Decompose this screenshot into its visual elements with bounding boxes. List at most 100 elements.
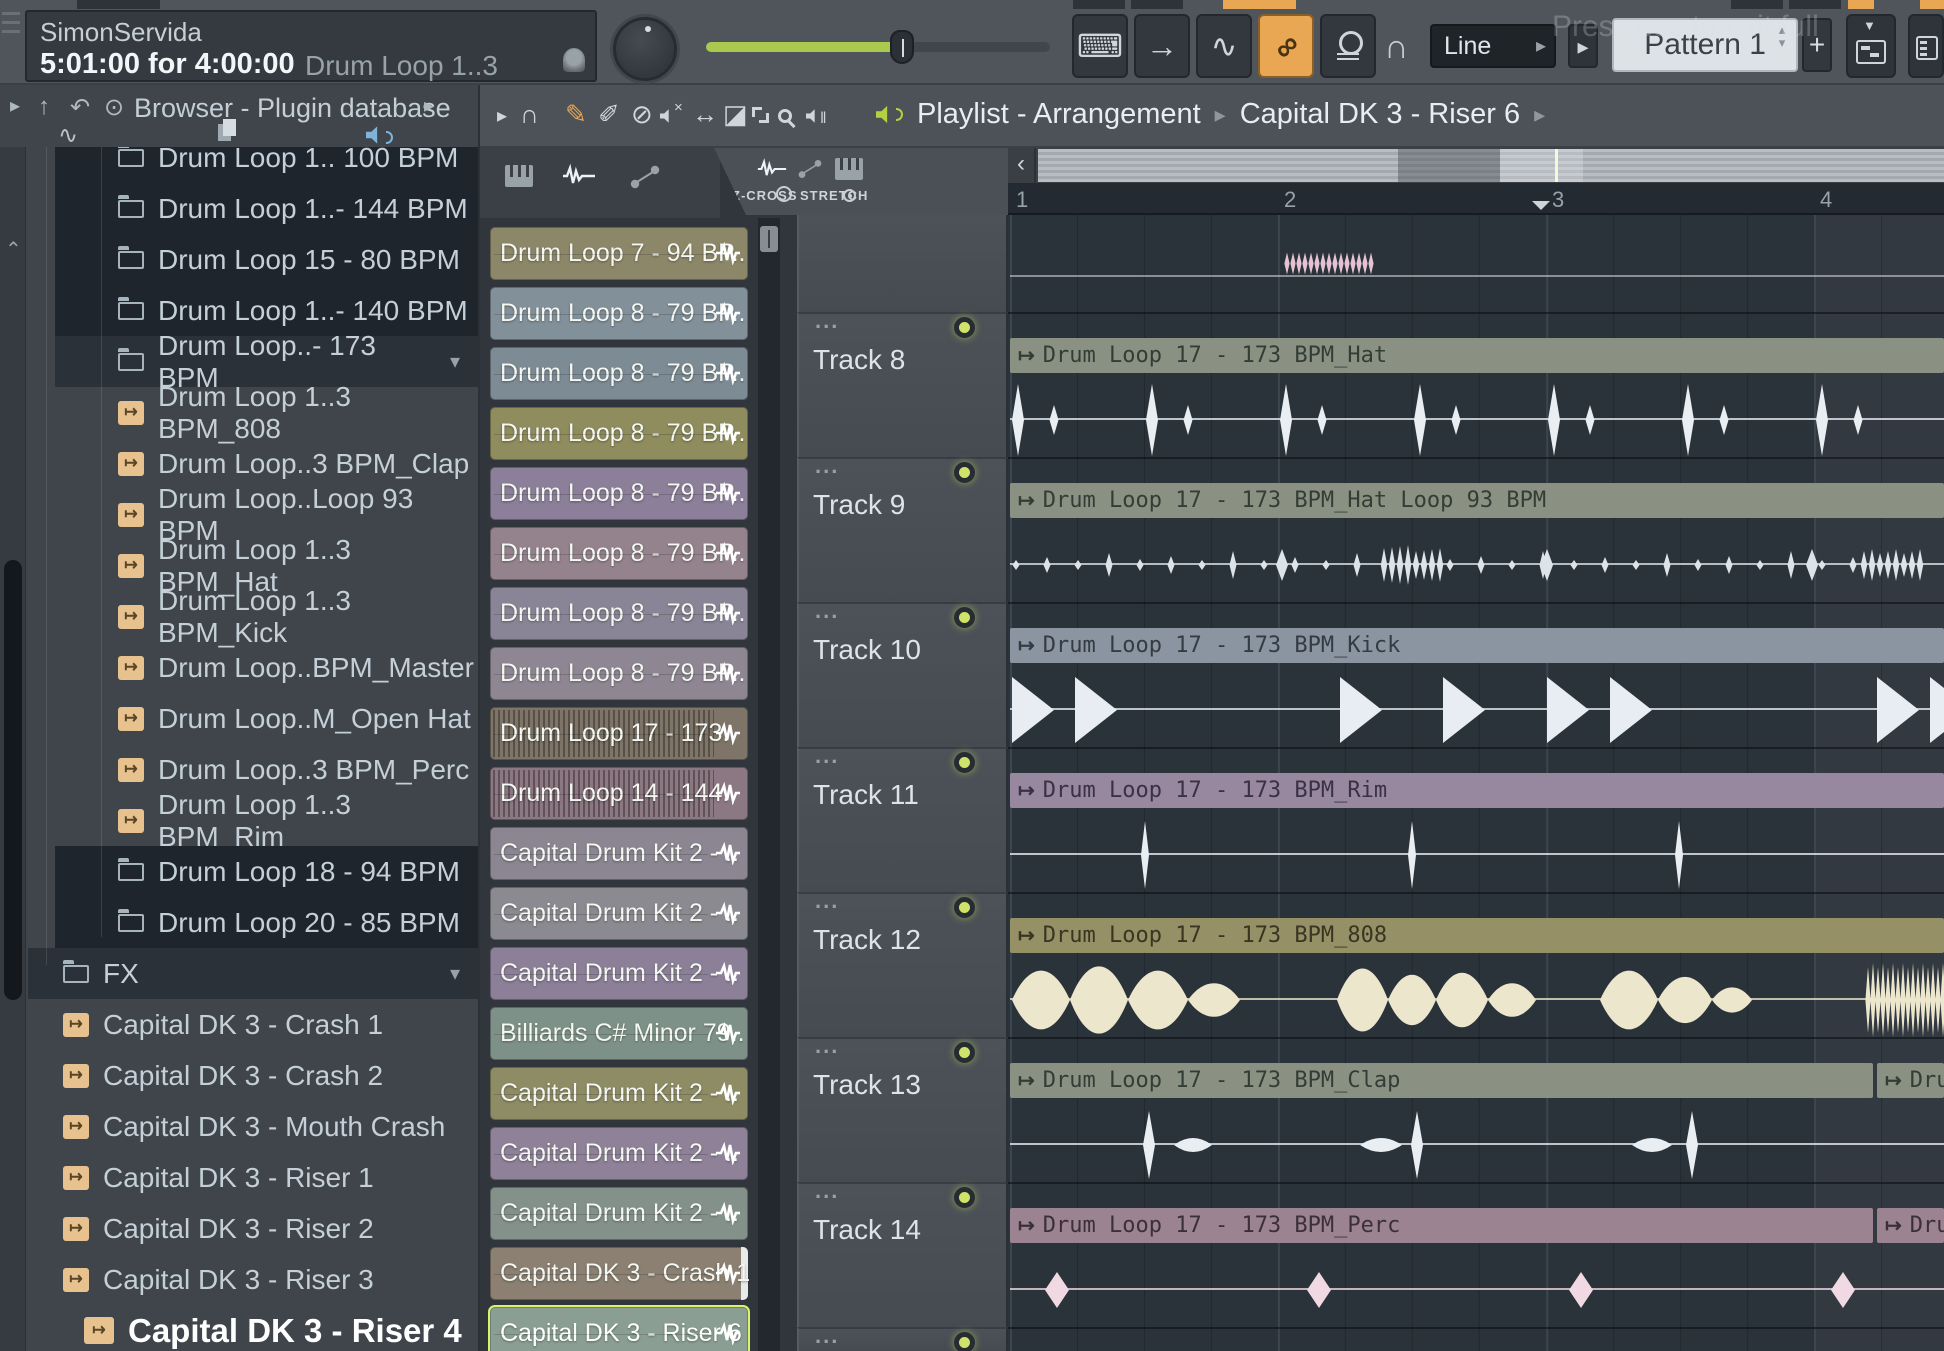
playlist-title[interactable]: Playlist - Arrangement: [917, 98, 1201, 131]
browser-left-scrollbar[interactable]: ⌃: [0, 85, 26, 1351]
browser-item[interactable]: Drum Loop 1..- 140 BPM ▾: [0, 285, 478, 336]
panel-grip[interactable]: [2, 12, 20, 38]
track-grip-dots[interactable]: ...: [815, 1323, 839, 1349]
pattern-mode-icon[interactable]: [835, 158, 863, 180]
channel-clip[interactable]: Drum Loop 8 - 79 BP..: [490, 587, 748, 640]
automation-mode-icon[interactable]: [798, 158, 822, 180]
track-mute-led[interactable]: [954, 1332, 975, 1351]
audio-clip-header-next[interactable]: ↦ Drum Loop 17 - 173 BPM_Perc: [1877, 1208, 1944, 1243]
track-header[interactable]: ... Track 14: [797, 1182, 1008, 1327]
track-mute-led[interactable]: [954, 607, 975, 628]
channel-clip[interactable]: Drum Loop 8 - 79 BP..: [490, 527, 748, 580]
snap-selector[interactable]: Line ▸: [1430, 24, 1556, 68]
playlist-view-button[interactable]: ▼: [1846, 14, 1896, 78]
playback-tool-icon[interactable]: ‖: [806, 99, 827, 130]
browser-item[interactable]: Drum Loop 15 - 80 BPM ▾: [0, 234, 478, 285]
browser-item[interactable]: Drum Loop 1..- 144 BPM ▾: [0, 183, 478, 234]
mute-tool-icon[interactable]: ×: [660, 99, 683, 130]
collapse-up-icon[interactable]: ⌃: [5, 237, 22, 262]
channel-clip[interactable]: Capital Drum Kit 2 - ..: [490, 1127, 748, 1180]
browser-item[interactable]: Drum Loop 1..3 BPM_808 ▾: [0, 387, 478, 438]
track-header[interactable]: ... Track 12: [797, 892, 1008, 1037]
step-edit-button[interactable]: →: [1134, 14, 1190, 78]
browser-title[interactable]: Browser - Plugin database: [134, 93, 451, 124]
track-header[interactable]: ... Track 10: [797, 602, 1008, 747]
picker-scrollbar[interactable]: [758, 218, 780, 1351]
track-grip-dots[interactable]: ...: [815, 453, 839, 479]
channel-clip[interactable]: Drum Loop 8 - 79 BP..: [490, 467, 748, 520]
browser-item[interactable]: Drum Loop..Loop 93 BPM ▾: [0, 489, 478, 540]
draw-pencil-icon[interactable]: ✎: [565, 99, 587, 130]
expand-icon[interactable]: ▸: [10, 93, 20, 118]
slider-thumb[interactable]: [890, 30, 914, 64]
browser-item[interactable]: Drum Loop 1..3 BPM_Hat ▾: [0, 540, 478, 591]
track-mute-led[interactable]: [954, 317, 975, 338]
browser-item[interactable]: Capital DK 3 - Riser 1 ▾: [0, 1152, 478, 1203]
browser-item[interactable]: Drum Loop 1.. 100 BPM ▾: [0, 147, 478, 183]
browser-item[interactable]: Drum Loop..- 173 BPM ▾: [0, 336, 478, 387]
zoom-tool-icon[interactable]: [778, 99, 792, 130]
waveform-preview-icon[interactable]: ∿: [58, 121, 78, 150]
track-mute-led[interactable]: [954, 897, 975, 918]
up-level-icon[interactable]: ↑: [38, 93, 50, 121]
scrollbar-thumb[interactable]: [760, 226, 778, 252]
browser-item[interactable]: Capital DK 3 - Crash 2 ▾: [0, 1050, 478, 1101]
magnet-icon[interactable]: ∩: [520, 99, 539, 130]
browser-item[interactable]: Drum Loop..BPM_Master ▾: [0, 642, 478, 693]
browser-item[interactable]: Drum Loop..M_Open Hat ▾: [0, 693, 478, 744]
channel-clip[interactable]: Capital Drum Kit 2 - ..: [490, 1187, 748, 1240]
browser-item[interactable]: Drum Loop 1..3 BPM_Kick ▾: [0, 591, 478, 642]
audio-clip-header[interactable]: ↦ Drum Loop 17 - 173 BPM_Clap: [1010, 1063, 1873, 1098]
browser-item[interactable]: Drum Loop 18 - 94 BPM ▾: [0, 846, 478, 897]
tab-automation-icon[interactable]: [630, 164, 660, 190]
zcross-checkbox[interactable]: [776, 186, 792, 202]
main-volume-knob[interactable]: [613, 17, 677, 81]
playhead-marker[interactable]: [1532, 201, 1550, 210]
audio-clip-header[interactable]: ↦ Drum Loop 17 - 173 BPM_Rim: [1010, 773, 1944, 808]
channel-clip[interactable]: Capital DK 3 - Riser 6: [490, 1307, 748, 1351]
track-grip-dots[interactable]: ...: [815, 888, 839, 914]
track-header[interactable]: ... Track 8: [797, 312, 1008, 457]
link-button[interactable]: ∞: [1258, 14, 1314, 78]
channel-clip[interactable]: Capital Drum Kit 2 - ..: [490, 947, 748, 1000]
channel-clip[interactable]: Capital Drum Kit 2 - ..: [490, 827, 748, 880]
slide-tool-icon[interactable]: ↔: [692, 99, 718, 130]
track-mute-led[interactable]: [954, 1187, 975, 1208]
timeline-ruler[interactable]: 1234: [1008, 183, 1944, 215]
copy-files-icon[interactable]: [218, 119, 238, 150]
track-header[interactable]: ... Track 9: [797, 457, 1008, 602]
channel-clip[interactable]: Drum Loop 8 - 79 BP..: [490, 287, 748, 340]
channel-clip[interactable]: Drum Loop 7 - 94 BP..: [490, 227, 748, 280]
browser-item[interactable]: Capital DK 3 - Riser 2 ▾: [0, 1203, 478, 1254]
track-mute-led[interactable]: [954, 1042, 975, 1063]
chevron-down-icon[interactable]: ▾: [450, 349, 460, 374]
playlist-minimap[interactable]: ‹: [1008, 148, 1944, 183]
audio-mode-icon[interactable]: [757, 156, 787, 182]
track-header[interactable]: ...: [797, 1327, 1008, 1351]
browser-item[interactable]: Capital DK 3 - Crash 1 ▾: [0, 999, 478, 1050]
browser-item[interactable]: FX ▾: [0, 948, 478, 999]
audio-clip-header[interactable]: ↦ Drum Loop 17 - 173 BPM_Perc: [1010, 1208, 1873, 1243]
channel-clip[interactable]: Capital Drum Kit 2 - ..: [490, 887, 748, 940]
browser-item[interactable]: Capital DK 3 - Riser 3 ▾: [0, 1254, 478, 1305]
track-grip-dots[interactable]: ...: [815, 598, 839, 624]
scrollbar-thumb[interactable]: [4, 560, 22, 1000]
playlist-menu-icon[interactable]: ▸: [497, 103, 507, 128]
typing-keyboard-button[interactable]: ⌨: [1072, 14, 1128, 78]
browser-item[interactable]: Drum Loop..3 BPM_Perc ▾: [0, 744, 478, 795]
channel-clip[interactable]: Drum Loop 17 - 173..: [490, 707, 748, 760]
chevron-right-icon[interactable]: ▸: [424, 93, 434, 118]
slip-tool-icon[interactable]: ◪: [723, 99, 748, 130]
channel-clip[interactable]: Drum Loop 14 - 144..: [490, 767, 748, 820]
audio-clip-header[interactable]: ↦ Drum Loop 17 - 173 BPM_Hat Loop 93 BPM: [1010, 483, 1944, 518]
channel-clip[interactable]: Capital DK 3 - Crash 1: [490, 1247, 748, 1300]
minimap-strip[interactable]: [1038, 149, 1944, 182]
main-pitch-slider[interactable]: [706, 42, 1050, 52]
track-grip-dots[interactable]: ...: [815, 1033, 839, 1059]
audio-clip-header-next[interactable]: ↦ Drum Loop 17 - 173 BPM_Clap: [1877, 1063, 1944, 1098]
playlist-context[interactable]: Capital DK 3 - Riser 6: [1240, 98, 1520, 131]
channel-clip[interactable]: Drum Loop 8 - 79 BP..: [490, 347, 748, 400]
paint-brush-icon[interactable]: ✐: [598, 99, 620, 130]
track-grip-dots[interactable]: ...: [815, 1178, 839, 1204]
audio-clip-header[interactable]: ↦ Drum Loop 17 - 173 BPM_Hat: [1010, 338, 1944, 373]
